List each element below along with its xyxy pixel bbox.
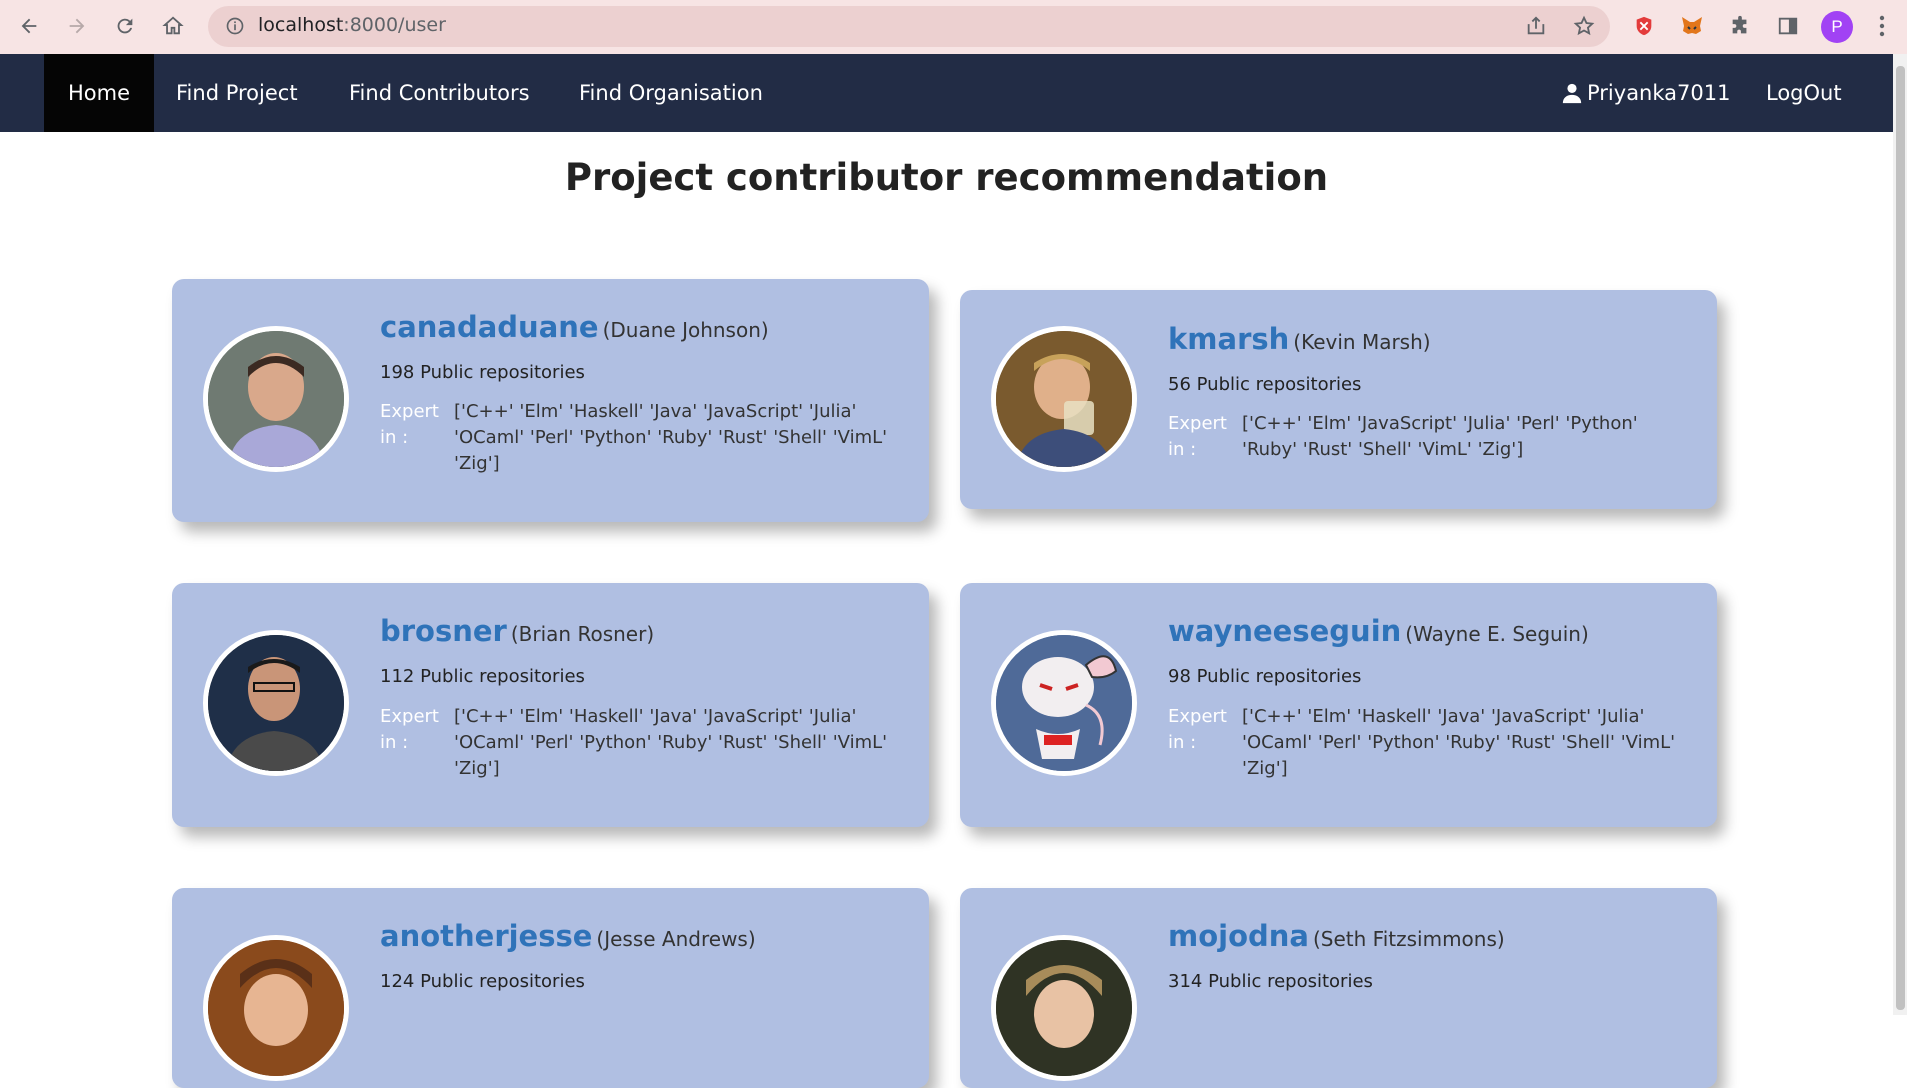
repo-count: 124 Public repositories (380, 971, 585, 992)
contributor-card: canadaduane (Duane Johnson) 198 Public re… (172, 279, 929, 522)
profile-avatar[interactable]: P (1821, 11, 1853, 43)
user-icon (1562, 83, 1582, 104)
username-link[interactable]: kmarsh (1168, 322, 1289, 356)
contributor-card: kmarsh (Kevin Marsh) 56 Public repositori… (960, 290, 1717, 509)
expert-label: Expert in : (1168, 413, 1227, 460)
contributor-username[interactable]: mojodna (Seth Fitzsimmons) (1168, 919, 1505, 953)
fox-extension-icon[interactable] (1677, 11, 1707, 41)
avatar (203, 326, 349, 472)
contributor-card: mojodna (Seth Fitzsimmons) 314 Public rep… (960, 888, 1717, 1088)
expert-languages: ['C++' 'Elm' 'Haskell' 'Java' 'JavaScrip… (1242, 706, 1676, 779)
page-title: Project contributor recommendation (564, 156, 1329, 199)
puzzle-extensions-icon[interactable] (1725, 11, 1755, 41)
nav-logout[interactable]: LogOut (1766, 54, 1842, 132)
avatar (991, 326, 1137, 472)
contributor-card: anotherjesse (Jesse Andrews) 124 Public r… (172, 888, 929, 1088)
nav-find-contributors[interactable]: Find Contributors (349, 54, 530, 132)
scrollbar-thumb[interactable] (1896, 66, 1905, 1010)
expert-languages: ['C++' 'Elm' 'Haskell' 'Java' 'JavaScrip… (454, 401, 888, 474)
username-link[interactable]: canadaduane (380, 310, 599, 344)
side-panel-icon[interactable] (1773, 11, 1803, 41)
contributor-username[interactable]: anotherjesse (Jesse Andrews) (380, 919, 756, 953)
contributor-username[interactable]: brosner (Brian Rosner) (380, 614, 654, 648)
contributor-card: wayneeseguin (Wayne E. Seguin) 98 Public … (960, 583, 1717, 827)
shield-extension-icon[interactable] (1629, 11, 1659, 41)
contributor-card: brosner (Brian Rosner) 112 Public reposit… (172, 583, 929, 827)
nav-user-profile[interactable]: Priyanka7011 (1561, 54, 1730, 132)
username-link[interactable]: anotherjesse (380, 919, 592, 953)
repo-count: 198 Public repositories (380, 362, 585, 383)
expert-languages: ['C++' 'Elm' 'JavaScript' 'Julia' 'Perl'… (1242, 413, 1638, 460)
avatar (991, 630, 1137, 776)
site-info-icon[interactable] (220, 11, 250, 41)
expert-label: Expert in : (1168, 706, 1227, 753)
repo-count: 98 Public repositories (1168, 666, 1362, 687)
avatar (991, 935, 1137, 1081)
url-host: localhost (258, 14, 344, 36)
top-navbar: Home Find Project Find Contributors Find… (0, 54, 1893, 132)
repo-count: 56 Public repositories (1168, 374, 1362, 395)
url-path: :8000/user (343, 14, 446, 36)
expert-label: Expert in : (380, 401, 439, 448)
avatar (203, 935, 349, 1081)
kebab-menu-icon[interactable] (1867, 11, 1897, 41)
back-icon[interactable] (14, 11, 44, 41)
contributor-username[interactable]: canadaduane (Duane Johnson) (380, 310, 769, 344)
url-text[interactable]: localhost:8000/user (258, 14, 446, 36)
contributor-username[interactable]: kmarsh (Kevin Marsh) (1168, 322, 1431, 356)
username-link[interactable]: mojodna (1168, 919, 1309, 953)
bookmark-star-icon[interactable] (1569, 11, 1599, 41)
nav-home[interactable]: Home (44, 54, 154, 132)
contributor-fullname: (Jesse Andrews) (596, 927, 756, 951)
contributor-username[interactable]: wayneeseguin (Wayne E. Seguin) (1168, 614, 1589, 648)
nav-find-project[interactable]: Find Project (176, 54, 298, 132)
reload-icon[interactable] (110, 11, 140, 41)
contributor-fullname: (Duane Johnson) (602, 318, 769, 342)
nav-username: Priyanka7011 (1587, 81, 1731, 105)
expert-languages: ['C++' 'Elm' 'Haskell' 'Java' 'JavaScrip… (454, 706, 888, 779)
forward-icon[interactable] (62, 11, 92, 41)
nav-find-organisation[interactable]: Find Organisation (579, 54, 763, 132)
browser-toolbar: localhost:8000/user P (0, 0, 1907, 54)
username-link[interactable]: wayneeseguin (1168, 614, 1401, 648)
expert-label: Expert in : (380, 706, 439, 753)
contributor-fullname: (Wayne E. Seguin) (1405, 622, 1589, 646)
repo-count: 112 Public repositories (380, 666, 585, 687)
contributor-fullname: (Kevin Marsh) (1293, 330, 1431, 354)
repo-count: 314 Public repositories (1168, 971, 1373, 992)
home-icon[interactable] (158, 11, 188, 41)
share-icon[interactable] (1521, 11, 1551, 41)
contributor-fullname: (Seth Fitzsimmons) (1312, 927, 1505, 951)
contributor-fullname: (Brian Rosner) (510, 622, 655, 646)
username-link[interactable]: brosner (380, 614, 507, 648)
avatar (203, 630, 349, 776)
